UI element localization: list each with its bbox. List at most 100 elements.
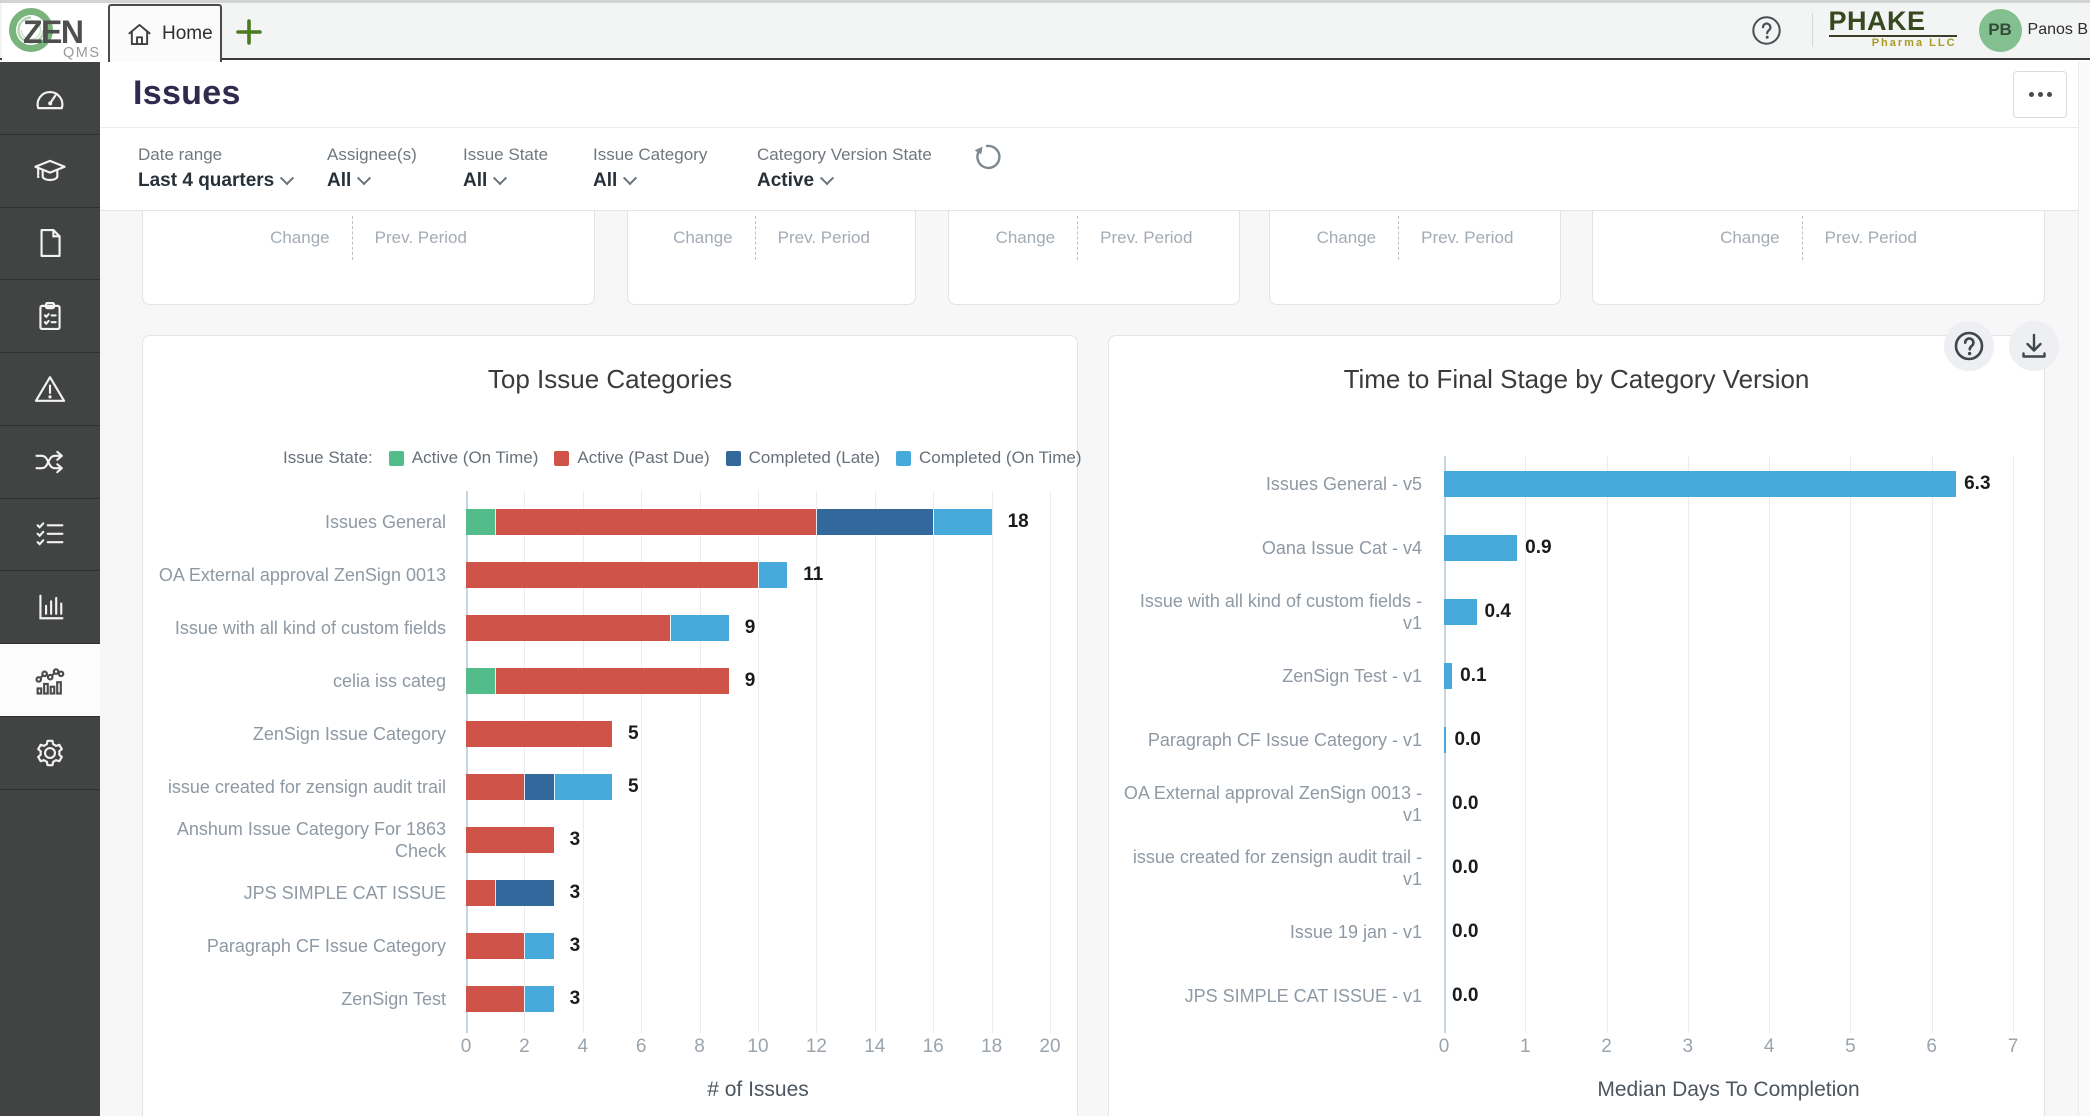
chart-title: Time to Final Stage by Category Version (1109, 364, 2044, 395)
kpi-prev-period-label: Prev. Period (1825, 228, 1917, 248)
sidebar-item-settings[interactable] (0, 717, 100, 790)
kpi-prev-period-label: Prev. Period (1421, 228, 1513, 248)
bar-segment[interactable] (466, 668, 495, 694)
filter-assignee-s-[interactable]: Assignee(s)All (327, 145, 417, 192)
category-label: Issue with all kind of custom fields (156, 617, 446, 639)
category-label: Paragraph CF Issue Category (156, 935, 446, 957)
x-tick-label: 2 (1601, 1036, 1612, 1058)
sidebar-item-issues[interactable] (0, 353, 100, 426)
scrollbar-track[interactable] (2078, 62, 2090, 1116)
sidebar-item-change-control[interactable] (0, 426, 100, 499)
help-icon[interactable] (1751, 15, 1782, 46)
ellipsis-dot (2038, 92, 2043, 97)
filter-issue-state[interactable]: Issue StateAll (463, 145, 548, 192)
new-tab-button[interactable] (233, 16, 265, 48)
x-tick-label: 0 (1439, 1036, 1450, 1058)
bar-segment[interactable] (554, 774, 612, 800)
bar-segment[interactable] (466, 986, 524, 1012)
filter-date-range[interactable]: Date rangeLast 4 quarters (138, 145, 292, 192)
sidebar-item-documents[interactable] (0, 208, 100, 281)
ellipsis-dot (2029, 92, 2034, 97)
bar-value-label: 3 (570, 829, 581, 851)
x-tick-label: 3 (1683, 1036, 1694, 1058)
chevron-down-icon (280, 171, 294, 185)
sidebar-item-dashboard[interactable] (0, 62, 100, 135)
refresh-button[interactable] (966, 136, 1008, 178)
bar-segment[interactable] (524, 774, 553, 800)
kpi-change-label: Change (1317, 228, 1377, 248)
sidebar-item-analytics[interactable] (0, 644, 100, 717)
filter-value[interactable]: Active (757, 170, 932, 192)
zenqms-dashboard: ZEN QMS Home PHAKE Pharma LLC (0, 0, 2090, 1116)
gridline (933, 491, 934, 1033)
bar-segment[interactable] (466, 774, 524, 800)
user-name[interactable]: Panos B (2028, 21, 2088, 39)
bar-segment[interactable] (495, 880, 553, 906)
legend-item[interactable]: Active (On Time) (389, 448, 539, 468)
bar-segment[interactable] (495, 509, 816, 535)
user-avatar[interactable]: PB (1979, 9, 2022, 52)
filter-value[interactable]: All (327, 170, 417, 192)
x-tick-label: 10 (747, 1036, 768, 1058)
gridline (1850, 456, 1851, 1033)
bar[interactable] (1444, 727, 1446, 753)
x-tick-label: 18 (981, 1036, 1002, 1058)
bar-segment[interactable] (758, 562, 787, 588)
bar-segment[interactable] (816, 509, 933, 535)
gridline (1688, 456, 1689, 1033)
bar-value-label: 9 (745, 670, 756, 692)
bar[interactable] (1444, 663, 1452, 689)
bar-segment[interactable] (466, 721, 612, 747)
gridline (1607, 456, 1608, 1033)
x-axis-label: Median Days To Completion (1597, 1078, 1859, 1102)
kpi-card: Change Prev. Period (1269, 211, 1561, 305)
plus-icon (234, 17, 264, 47)
bar-segment[interactable] (466, 880, 495, 906)
filter-category-version-state[interactable]: Category Version StateActive (757, 145, 932, 192)
sidebar-item-tasks[interactable] (0, 499, 100, 572)
bar-segment[interactable] (466, 615, 670, 641)
chevron-down-icon (623, 171, 637, 185)
more-options-button[interactable] (2013, 71, 2067, 118)
legend-label: Active (On Time) (412, 448, 539, 468)
sidebar-item-training[interactable] (0, 135, 100, 208)
bar[interactable] (1444, 471, 1956, 497)
bar[interactable] (1444, 535, 1517, 561)
kpi-prev-period-label: Prev. Period (1100, 228, 1192, 248)
bar-value-label: 18 (1008, 511, 1029, 533)
logo-qms-text: QMS (63, 45, 101, 61)
bar-value-label: 0.0 (1452, 857, 1478, 879)
x-tick-label: 7 (2008, 1036, 2019, 1058)
bar-segment[interactable] (466, 827, 554, 853)
tab-home-label: Home (162, 23, 213, 45)
legend-title: Issue State: (283, 448, 373, 468)
bar[interactable] (1444, 599, 1477, 625)
filter-value[interactable]: All (463, 170, 548, 192)
sidebar-item-reports[interactable] (0, 571, 100, 644)
legend-item[interactable]: Completed (On Time) (896, 448, 1082, 468)
bar-segment[interactable] (466, 933, 524, 959)
sidebar-item-audits[interactable] (0, 280, 100, 353)
bar-segment[interactable] (524, 933, 553, 959)
bar-segment[interactable] (933, 509, 991, 535)
x-tick-label: 16 (923, 1036, 944, 1058)
bar-segment[interactable] (466, 509, 495, 535)
filter-value[interactable]: Last 4 quarters (138, 170, 292, 192)
legend-item[interactable]: Active (Past Due) (554, 448, 709, 468)
x-tick-label: 20 (1039, 1036, 1060, 1058)
legend-item[interactable]: Completed (Late) (726, 448, 880, 468)
page-header: Issues (100, 60, 2090, 127)
tab-home[interactable]: Home (108, 4, 222, 62)
bar-segment[interactable] (495, 668, 729, 694)
filter-issue-category[interactable]: Issue CategoryAll (593, 145, 707, 192)
x-tick-label: 4 (1764, 1036, 1775, 1058)
bar-segment[interactable] (466, 562, 758, 588)
chart-help-button[interactable] (1944, 321, 1994, 371)
category-label: JPS SIMPLE CAT ISSUE (156, 882, 446, 904)
filter-value[interactable]: All (593, 170, 707, 192)
bar-segment[interactable] (524, 986, 553, 1012)
bar-segment[interactable] (670, 615, 728, 641)
chart-download-button[interactable] (2009, 321, 2059, 371)
zenqms-logo[interactable]: ZEN QMS (2, 3, 108, 62)
x-tick-label: 5 (1845, 1036, 1856, 1058)
